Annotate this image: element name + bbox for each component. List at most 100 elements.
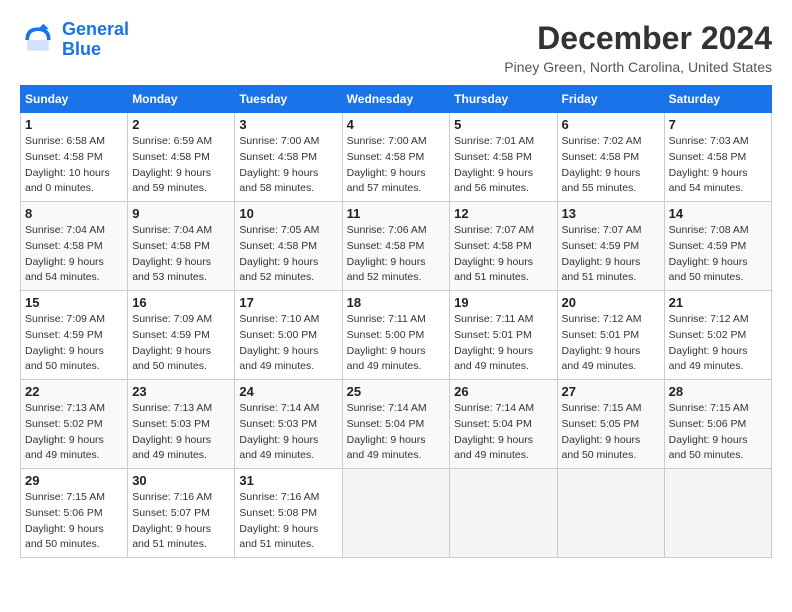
- day-number: 2: [132, 117, 230, 132]
- sunrise-label: Sunrise: 7:12 AM: [562, 313, 642, 325]
- sunset-label: Sunset: 4:58 PM: [239, 240, 317, 252]
- daylight-label: Daylight: 9 hours and 52 minutes.: [239, 256, 318, 284]
- calendar-cell: 3 Sunrise: 7:00 AM Sunset: 4:58 PM Dayli…: [235, 113, 342, 202]
- day-info: Sunrise: 7:15 AM Sunset: 5:06 PM Dayligh…: [25, 490, 123, 553]
- daylight-label: Daylight: 9 hours and 51 minutes.: [132, 523, 211, 551]
- sunrise-label: Sunrise: 7:05 AM: [239, 224, 319, 236]
- day-info: Sunrise: 6:59 AM Sunset: 4:58 PM Dayligh…: [132, 134, 230, 197]
- calendar-cell: 16 Sunrise: 7:09 AM Sunset: 4:59 PM Dayl…: [128, 291, 235, 380]
- sunset-label: Sunset: 5:00 PM: [347, 329, 425, 341]
- sunrise-label: Sunrise: 7:10 AM: [239, 313, 319, 325]
- week-row-1: 1 Sunrise: 6:58 AM Sunset: 4:58 PM Dayli…: [21, 113, 772, 202]
- sunrise-label: Sunrise: 7:01 AM: [454, 135, 534, 147]
- day-info: Sunrise: 7:14 AM Sunset: 5:04 PM Dayligh…: [347, 401, 446, 464]
- sunset-label: Sunset: 4:58 PM: [454, 240, 532, 252]
- calendar-cell: 2 Sunrise: 6:59 AM Sunset: 4:58 PM Dayli…: [128, 113, 235, 202]
- day-number: 7: [669, 117, 767, 132]
- calendar-cell: 9 Sunrise: 7:04 AM Sunset: 4:58 PM Dayli…: [128, 202, 235, 291]
- sunset-label: Sunset: 4:58 PM: [25, 240, 103, 252]
- day-number: 24: [239, 384, 337, 399]
- calendar-cell: 4 Sunrise: 7:00 AM Sunset: 4:58 PM Dayli…: [342, 113, 450, 202]
- daylight-label: Daylight: 9 hours and 55 minutes.: [562, 167, 641, 195]
- daylight-label: Daylight: 9 hours and 50 minutes.: [25, 523, 104, 551]
- logo-text: General Blue: [62, 20, 129, 60]
- day-number: 5: [454, 117, 552, 132]
- sunset-label: Sunset: 4:58 PM: [562, 151, 640, 163]
- calendar-cell: 14 Sunrise: 7:08 AM Sunset: 4:59 PM Dayl…: [664, 202, 771, 291]
- daylight-label: Daylight: 9 hours and 49 minutes.: [454, 345, 533, 373]
- sunrise-label: Sunrise: 7:16 AM: [239, 491, 319, 503]
- day-info: Sunrise: 7:08 AM Sunset: 4:59 PM Dayligh…: [669, 223, 767, 286]
- calendar-cell: [450, 469, 557, 558]
- daylight-label: Daylight: 9 hours and 49 minutes.: [25, 434, 104, 462]
- sunrise-label: Sunrise: 7:08 AM: [669, 224, 749, 236]
- day-number: 20: [562, 295, 660, 310]
- sunset-label: Sunset: 5:07 PM: [132, 507, 210, 519]
- daylight-label: Daylight: 9 hours and 49 minutes.: [669, 345, 748, 373]
- daylight-label: Daylight: 9 hours and 54 minutes.: [669, 167, 748, 195]
- daylight-label: Daylight: 9 hours and 49 minutes.: [347, 345, 426, 373]
- calendar-cell: 11 Sunrise: 7:06 AM Sunset: 4:58 PM Dayl…: [342, 202, 450, 291]
- sunrise-label: Sunrise: 7:13 AM: [132, 402, 212, 414]
- day-info: Sunrise: 6:58 AM Sunset: 4:58 PM Dayligh…: [25, 134, 123, 197]
- day-number: 21: [669, 295, 767, 310]
- calendar-cell: 5 Sunrise: 7:01 AM Sunset: 4:58 PM Dayli…: [450, 113, 557, 202]
- day-info: Sunrise: 7:07 AM Sunset: 4:59 PM Dayligh…: [562, 223, 660, 286]
- sunrise-label: Sunrise: 7:07 AM: [454, 224, 534, 236]
- daylight-label: Daylight: 9 hours and 50 minutes.: [562, 434, 641, 462]
- day-number: 10: [239, 206, 337, 221]
- calendar-cell: 12 Sunrise: 7:07 AM Sunset: 4:58 PM Dayl…: [450, 202, 557, 291]
- day-number: 14: [669, 206, 767, 221]
- sunset-label: Sunset: 4:58 PM: [669, 151, 747, 163]
- sunrise-label: Sunrise: 7:03 AM: [669, 135, 749, 147]
- day-number: 4: [347, 117, 446, 132]
- title-block: December 2024 Piney Green, North Carolin…: [504, 20, 772, 75]
- day-number: 17: [239, 295, 337, 310]
- sunset-label: Sunset: 5:03 PM: [132, 418, 210, 430]
- sunrise-label: Sunrise: 7:15 AM: [669, 402, 749, 414]
- sunrise-label: Sunrise: 7:14 AM: [454, 402, 534, 414]
- day-info: Sunrise: 7:11 AM Sunset: 5:01 PM Dayligh…: [454, 312, 552, 375]
- calendar-cell: 22 Sunrise: 7:13 AM Sunset: 5:02 PM Dayl…: [21, 380, 128, 469]
- day-info: Sunrise: 7:05 AM Sunset: 4:58 PM Dayligh…: [239, 223, 337, 286]
- daylight-label: Daylight: 9 hours and 54 minutes.: [25, 256, 104, 284]
- day-info: Sunrise: 7:16 AM Sunset: 5:07 PM Dayligh…: [132, 490, 230, 553]
- day-info: Sunrise: 7:15 AM Sunset: 5:05 PM Dayligh…: [562, 401, 660, 464]
- calendar-cell: 15 Sunrise: 7:09 AM Sunset: 4:59 PM Dayl…: [21, 291, 128, 380]
- daylight-label: Daylight: 9 hours and 51 minutes.: [562, 256, 641, 284]
- calendar-cell: 27 Sunrise: 7:15 AM Sunset: 5:05 PM Dayl…: [557, 380, 664, 469]
- sunset-label: Sunset: 4:59 PM: [562, 240, 640, 252]
- day-info: Sunrise: 7:06 AM Sunset: 4:58 PM Dayligh…: [347, 223, 446, 286]
- calendar-cell: 7 Sunrise: 7:03 AM Sunset: 4:58 PM Dayli…: [664, 113, 771, 202]
- calendar-cell: 18 Sunrise: 7:11 AM Sunset: 5:00 PM Dayl…: [342, 291, 450, 380]
- sunrise-label: Sunrise: 7:12 AM: [669, 313, 749, 325]
- calendar-cell: 19 Sunrise: 7:11 AM Sunset: 5:01 PM Dayl…: [450, 291, 557, 380]
- daylight-label: Daylight: 9 hours and 49 minutes.: [239, 345, 318, 373]
- sunset-label: Sunset: 5:06 PM: [669, 418, 747, 430]
- calendar-cell: 13 Sunrise: 7:07 AM Sunset: 4:59 PM Dayl…: [557, 202, 664, 291]
- sunrise-label: Sunrise: 7:15 AM: [562, 402, 642, 414]
- day-info: Sunrise: 7:14 AM Sunset: 5:04 PM Dayligh…: [454, 401, 552, 464]
- week-row-2: 8 Sunrise: 7:04 AM Sunset: 4:58 PM Dayli…: [21, 202, 772, 291]
- sunrise-label: Sunrise: 7:13 AM: [25, 402, 105, 414]
- daylight-label: Daylight: 9 hours and 52 minutes.: [347, 256, 426, 284]
- weekday-header-row: SundayMondayTuesdayWednesdayThursdayFrid…: [21, 86, 772, 113]
- day-number: 19: [454, 295, 552, 310]
- sunset-label: Sunset: 4:58 PM: [25, 151, 103, 163]
- sunrise-label: Sunrise: 7:00 AM: [239, 135, 319, 147]
- calendar-cell: 10 Sunrise: 7:05 AM Sunset: 4:58 PM Dayl…: [235, 202, 342, 291]
- sunrise-label: Sunrise: 7:04 AM: [132, 224, 212, 236]
- day-number: 3: [239, 117, 337, 132]
- day-number: 18: [347, 295, 446, 310]
- sunset-label: Sunset: 5:02 PM: [25, 418, 103, 430]
- daylight-label: Daylight: 10 hours and 0 minutes.: [25, 167, 110, 195]
- day-number: 28: [669, 384, 767, 399]
- day-info: Sunrise: 7:14 AM Sunset: 5:03 PM Dayligh…: [239, 401, 337, 464]
- sunset-label: Sunset: 4:58 PM: [347, 240, 425, 252]
- calendar-cell: 6 Sunrise: 7:02 AM Sunset: 4:58 PM Dayli…: [557, 113, 664, 202]
- calendar-cell: 17 Sunrise: 7:10 AM Sunset: 5:00 PM Dayl…: [235, 291, 342, 380]
- location: Piney Green, North Carolina, United Stat…: [504, 59, 772, 75]
- sunset-label: Sunset: 5:00 PM: [239, 329, 317, 341]
- month-title: December 2024: [504, 20, 772, 57]
- sunrise-label: Sunrise: 7:14 AM: [239, 402, 319, 414]
